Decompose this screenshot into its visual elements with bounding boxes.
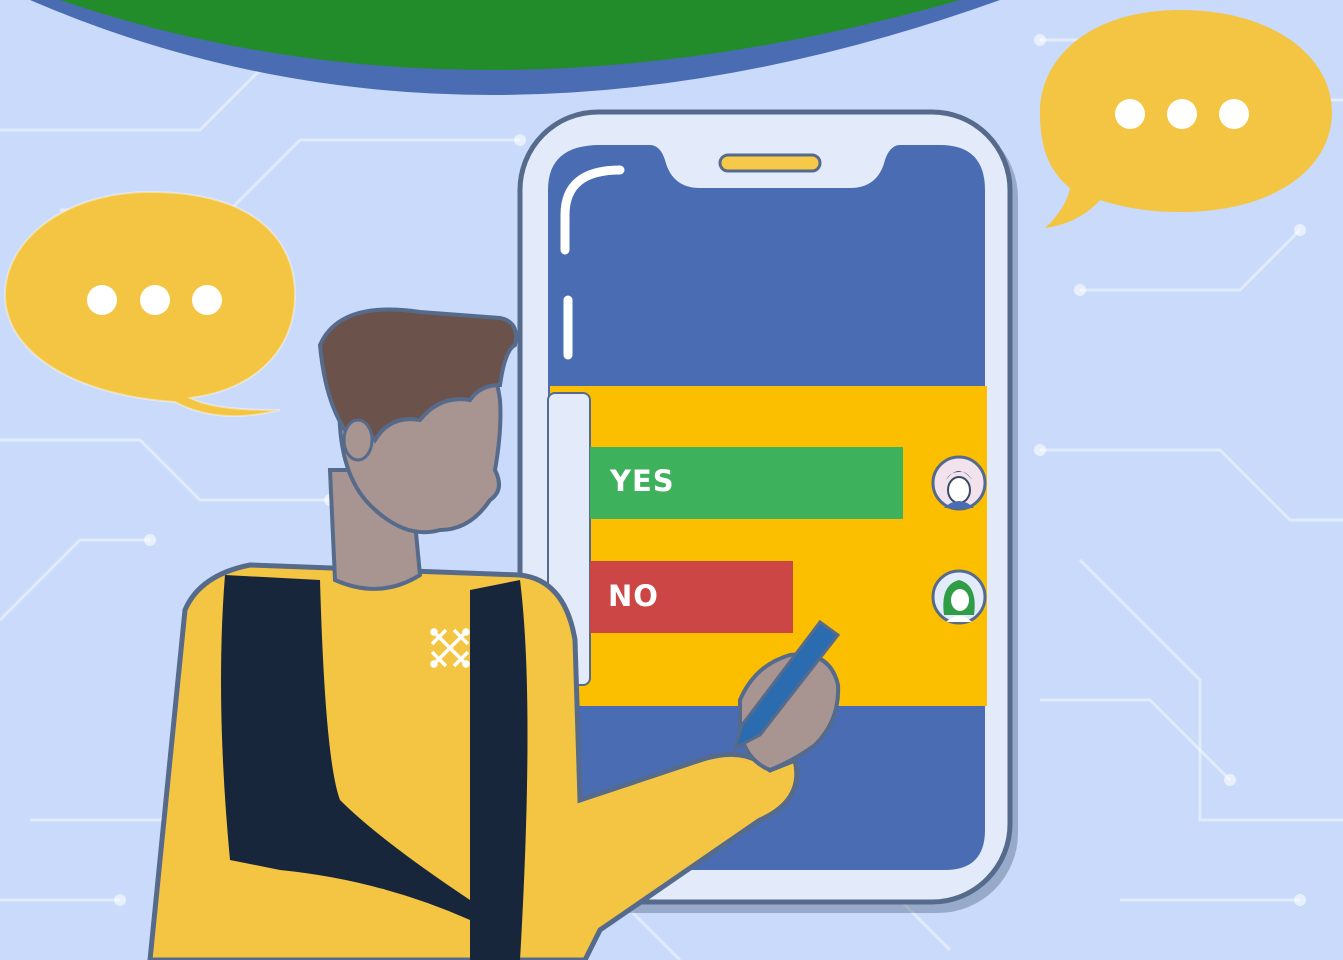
speech-bubble-left: [3, 190, 297, 418]
phone-speaker: [718, 153, 822, 173]
poll-option-no-label[interactable]: NO: [608, 579, 659, 613]
typing-ellipsis-icon: [1115, 99, 1249, 129]
male-avatar-icon: [931, 455, 987, 511]
speech-bubble-right: [1040, 10, 1332, 228]
poll-panel: [550, 386, 987, 706]
female-avatar-icon: [931, 569, 987, 625]
poll-option-yes-label[interactable]: YES: [610, 464, 675, 498]
typing-ellipsis-icon: [87, 285, 222, 315]
